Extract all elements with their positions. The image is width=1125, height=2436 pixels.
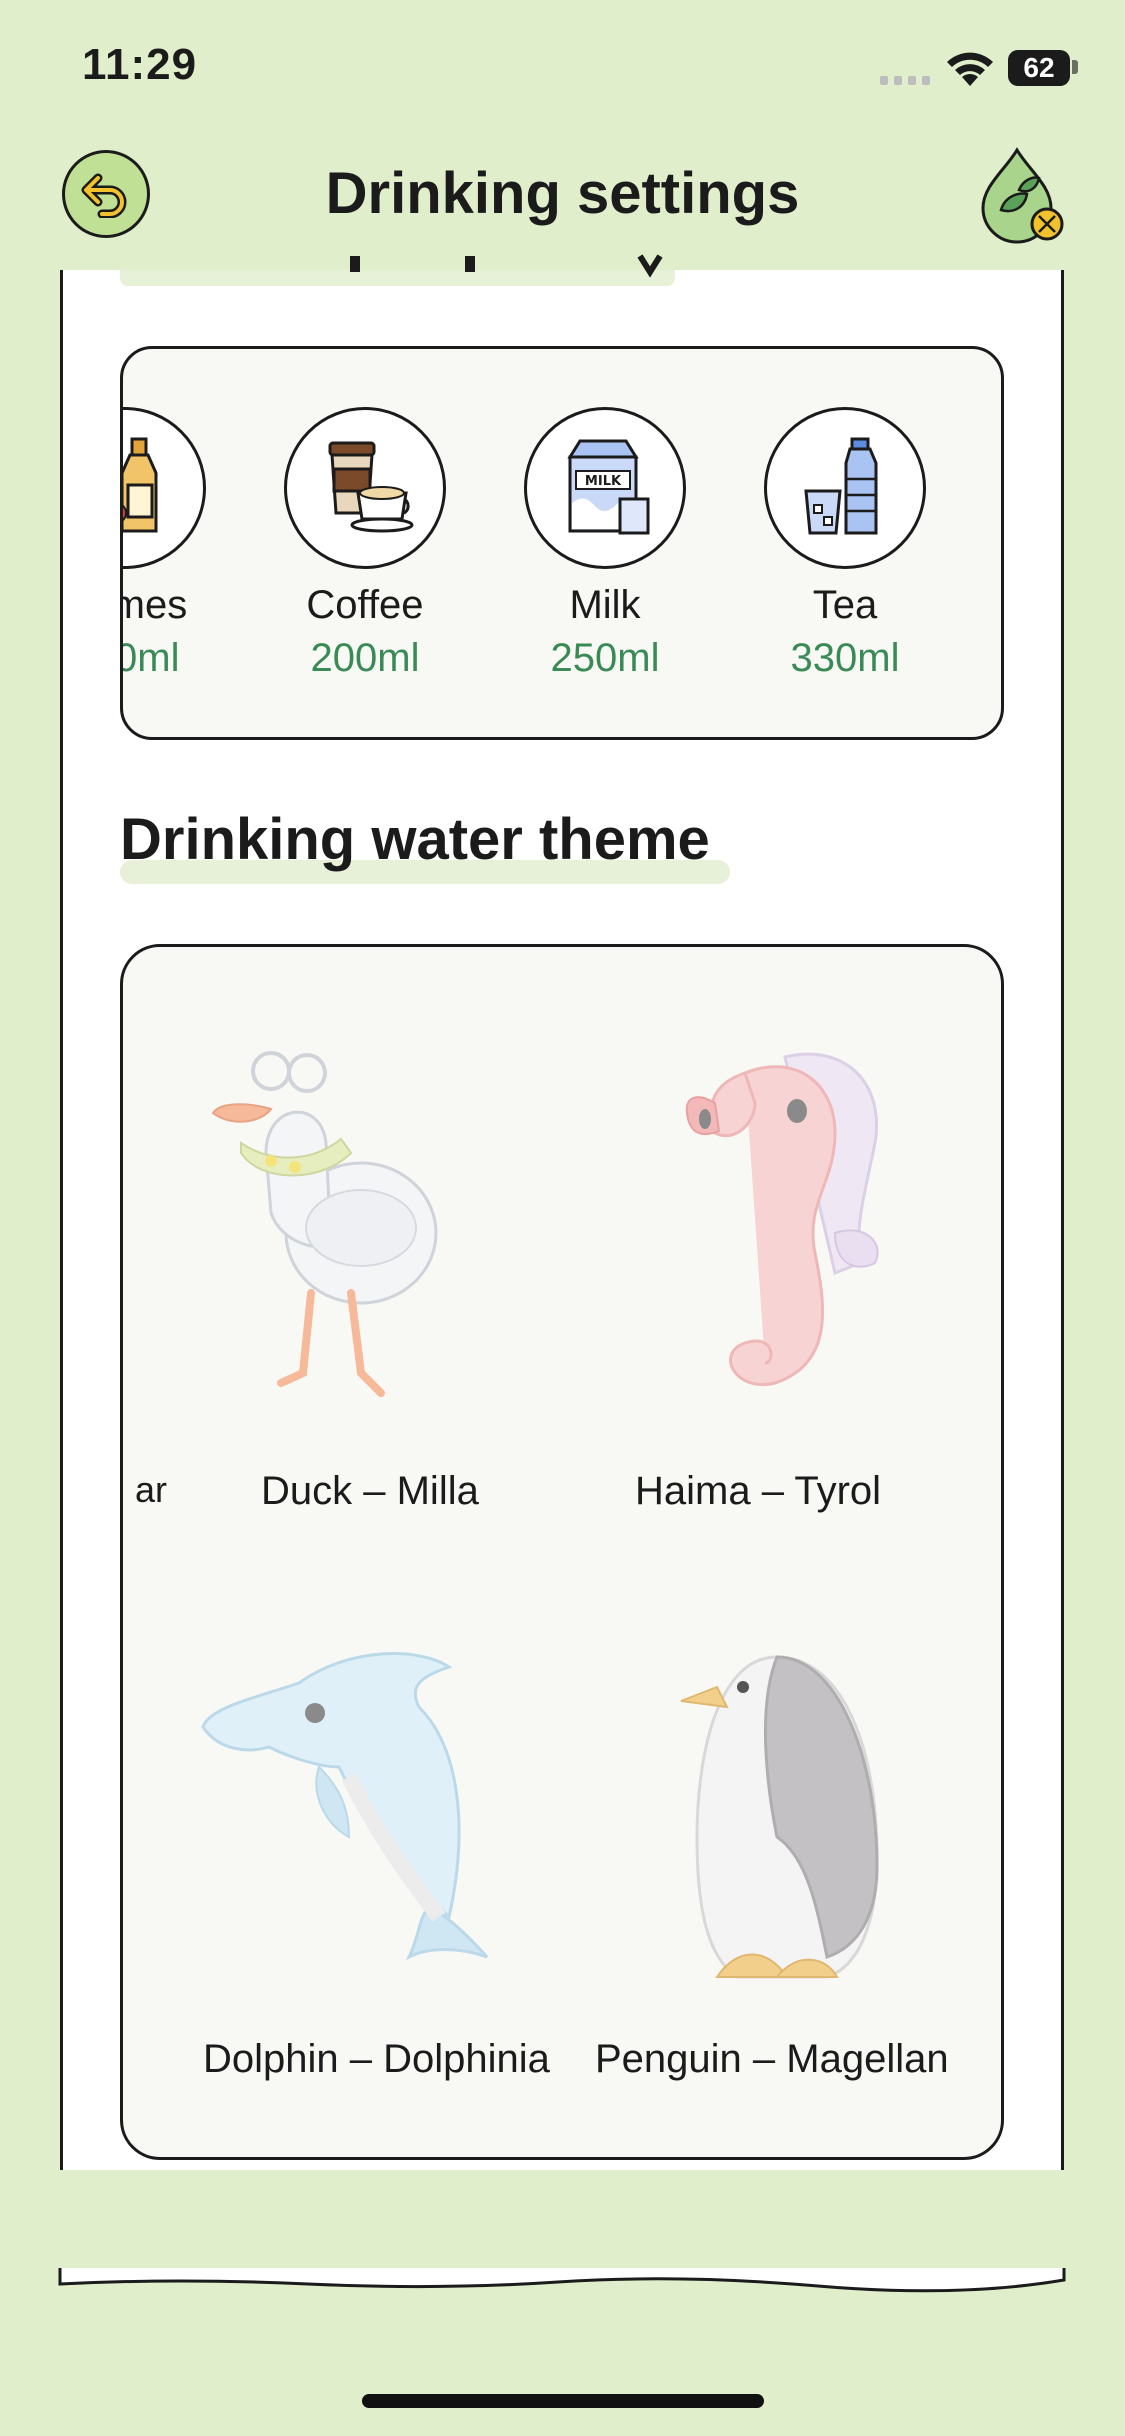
drink-name: Coffee: [306, 583, 424, 627]
page-title: Drinking settings: [325, 161, 800, 226]
water-bottle-icon: [804, 437, 878, 535]
theme-name: Penguin – Magellan: [595, 2037, 949, 2081]
theme-name: Haima – Tyrol: [635, 1469, 882, 1513]
milk-icon: MILK: [567, 439, 650, 535]
svg-text:MILK: MILK: [585, 474, 622, 489]
drink-amount: 200ml: [310, 636, 420, 680]
wifi-icon: [947, 52, 993, 86]
coffee-icon: [328, 441, 414, 533]
water-drop-leaf-icon[interactable]: [975, 144, 1070, 244]
drink-name: Hymes: [123, 583, 188, 627]
drink-item[interactable]: Coffee 200ml: [245, 407, 485, 681]
theme-name: Duck – Milla: [261, 1469, 479, 1513]
drink-icon-circle: [284, 407, 446, 569]
card-torn-edge: [58, 2268, 1066, 2293]
drink-types-panel[interactable]: Hymes 200ml Coffee 200ml MILK: [120, 346, 1004, 740]
status-time: 11:29: [82, 40, 198, 89]
battery-tip: [1072, 60, 1078, 74]
theme-name-partial[interactable]: ar: [135, 1469, 167, 1511]
battery-icon: 62: [1008, 50, 1070, 86]
drink-item[interactable]: Hymes 200ml: [120, 407, 245, 681]
cellular-signal-icon: [880, 76, 934, 86]
partial-heading-fragment: [350, 254, 663, 278]
duck-icon[interactable]: [211, 1043, 451, 1423]
theme-name: Dolphin – Dolphinia: [203, 2037, 550, 2081]
drink-item[interactable]: Tea 330ml: [725, 407, 965, 681]
drink-name: Milk: [569, 583, 641, 627]
drinking-theme-panel[interactable]: ar Duck – Milla Haima – Tyrol Dolphin – …: [120, 944, 1004, 2160]
drink-icon-circle: [764, 407, 926, 569]
drink-amount: 250ml: [550, 636, 660, 680]
drink-amount: 200ml: [120, 636, 180, 680]
seahorse-icon[interactable]: [685, 1043, 915, 1423]
penguin-icon[interactable]: [677, 1617, 897, 1997]
home-indicator[interactable]: [362, 2394, 764, 2408]
drink-icon-circle: [123, 407, 206, 569]
theme-section-heading: Drinking water theme: [120, 807, 710, 872]
dolphin-icon[interactable]: [199, 1627, 489, 1967]
drink-item[interactable]: MILK Milk 250ml: [485, 407, 725, 681]
drink-icon-circle: MILK: [524, 407, 686, 569]
drink-amount: 330ml: [790, 636, 900, 680]
wine-bottle-icon: [123, 437, 158, 533]
drink-name: Tea: [812, 583, 878, 627]
